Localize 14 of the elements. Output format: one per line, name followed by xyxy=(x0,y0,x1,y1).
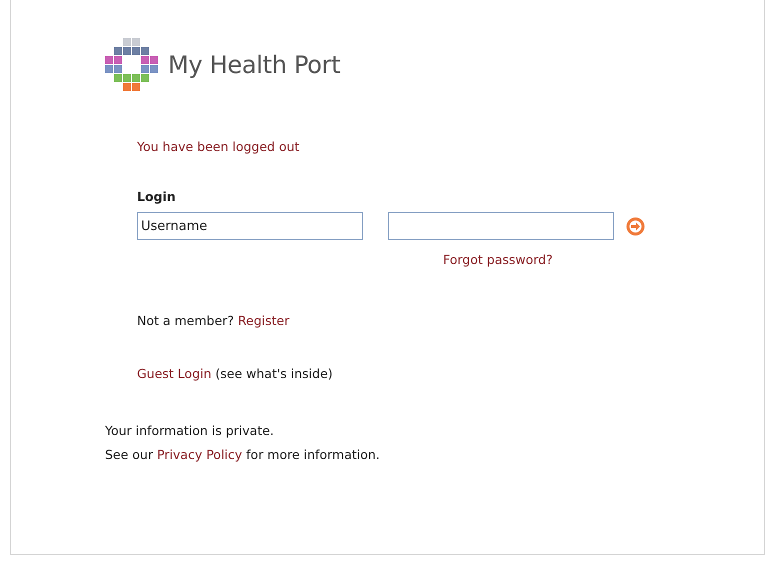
register-prompt: Not a member? Register xyxy=(137,313,290,328)
guest-login-text: Guest Login (see what's inside) xyxy=(137,366,333,381)
logout-message: You have been logged out xyxy=(137,139,300,154)
privacy-note: Your information is private. xyxy=(105,423,274,438)
logo-icon xyxy=(105,38,158,91)
guest-login-link[interactable]: Guest Login xyxy=(137,366,212,381)
privacy-sentence: See our Privacy Policy for more information. xyxy=(105,447,380,462)
username-field[interactable]: Username xyxy=(137,212,363,240)
privacy-policy-link[interactable]: Privacy Policy xyxy=(156,447,242,462)
logo-name: My Health Port xyxy=(168,50,340,78)
login-heading: Login xyxy=(137,189,176,204)
password-field[interactable] xyxy=(388,212,614,240)
register-link[interactable]: Register xyxy=(238,313,290,328)
forgot-password-link[interactable]: Forgot password? xyxy=(443,252,553,267)
